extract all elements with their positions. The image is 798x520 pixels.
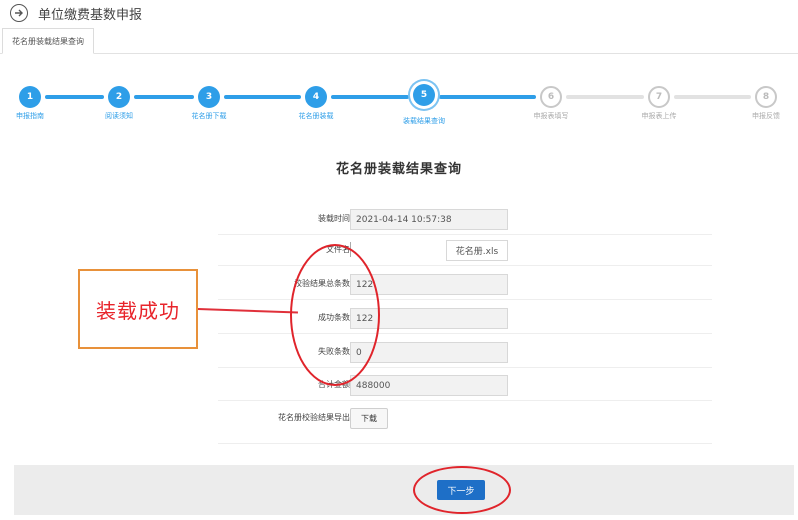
amount-field: 488000 <box>350 375 508 396</box>
download-button[interactable]: 下载 <box>350 408 388 429</box>
export-label: 花名册校验结果导出 <box>278 413 350 422</box>
step-5-circle: 5 <box>413 84 435 106</box>
row-export: 花名册校验结果导出 下载 <box>218 404 712 444</box>
step-connector <box>331 95 409 99</box>
step-3-label: 花名册下载 <box>191 112 227 120</box>
step-connector <box>45 95 104 99</box>
circle-arrow-right-icon[interactable] <box>10 4 28 22</box>
step-5-label: 装载结果查询 <box>403 117 445 125</box>
step-1-label: 申报指南 <box>16 112 44 120</box>
next-button-highlight-ellipse <box>413 466 511 514</box>
step-2-circle: 2 <box>108 86 130 108</box>
step-6-label: 申报表填写 <box>533 112 569 120</box>
step-connector <box>566 95 644 99</box>
step-3-circle: 3 <box>198 86 220 108</box>
step-7-circle: 7 <box>648 86 670 108</box>
step-6-circle: 6 <box>540 86 562 108</box>
step-4-label: 花名册装载 <box>298 112 334 120</box>
row-amount: 合计金额 488000 <box>218 371 712 401</box>
page-header: 单位缴费基数申报 <box>0 0 798 26</box>
page-title: 单位缴费基数申报 <box>38 7 143 23</box>
file-name-field: 花名册.xls <box>446 240 508 261</box>
step-connector <box>134 95 194 99</box>
form-title: 花名册装载结果查询 <box>335 162 462 177</box>
step-8-circle: 8 <box>755 86 777 108</box>
row-fail: 失败条数 0 <box>218 338 712 368</box>
step-1-circle: 1 <box>19 86 41 108</box>
tab-load-result-query[interactable]: 花名册装载结果查询 <box>2 28 94 54</box>
step-connector <box>439 95 536 99</box>
row-load-time: 装载时间 2021-04-14 10:57:38 <box>218 205 712 235</box>
step-2-label: 阅读须知 <box>105 112 133 120</box>
step-connector <box>224 95 301 99</box>
step-4-circle: 4 <box>305 86 327 108</box>
step-7-label: 申报表上传 <box>641 112 677 120</box>
load-time-label: 装载时间 <box>318 214 350 223</box>
annotation-callout: 装载成功 <box>78 269 198 349</box>
step-connector <box>674 95 751 99</box>
tab-bar: 花名册装载结果查询 <box>0 28 798 54</box>
step-8-label: 申报反馈 <box>752 112 780 120</box>
annotation-highlight-ellipse <box>290 244 380 386</box>
footer-bar <box>14 465 794 515</box>
progress-stepper: 1 申报指南 2 阅读须知 3 花名册下载 4 花名册装载 5 装载结果查询 6 申报表填写 7 申报表上… <box>0 84 798 130</box>
row-file-name: 文件名 花名册.xls <box>218 236 712 266</box>
load-time-field: 2021-04-14 10:57:38 <box>350 209 508 230</box>
